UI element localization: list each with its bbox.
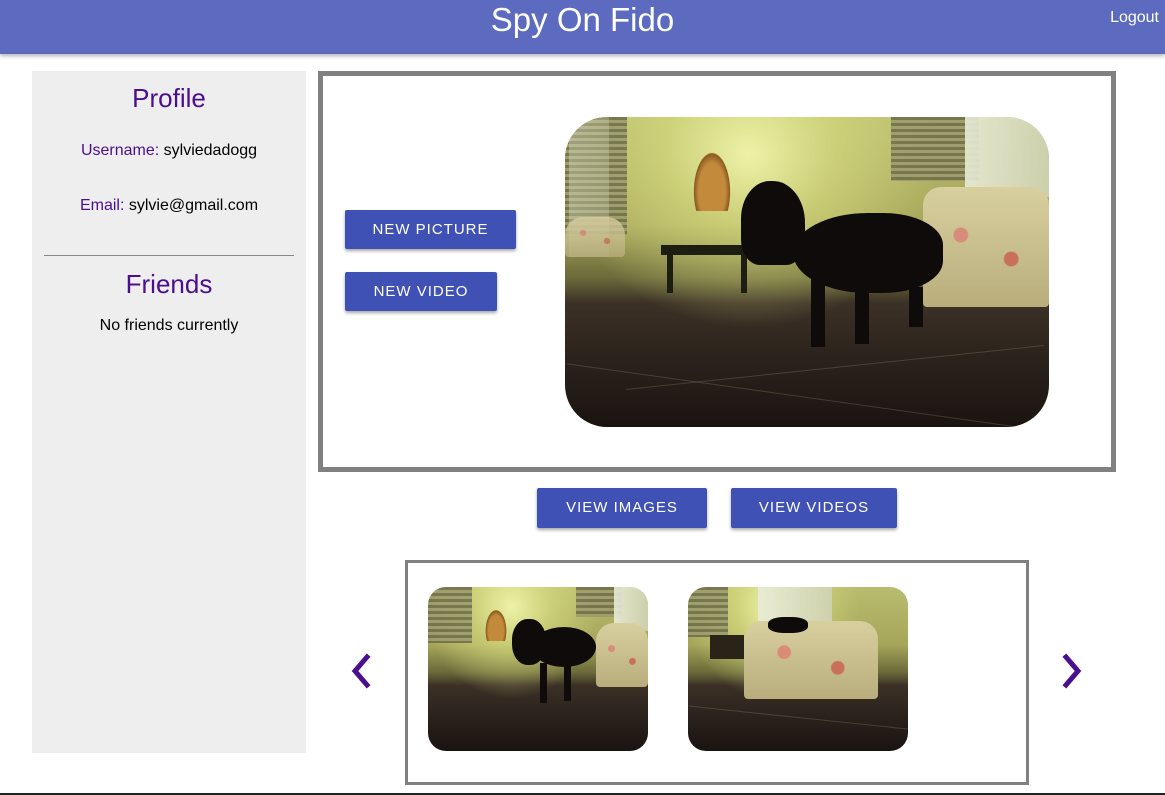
email-value: sylvie@gmail.com — [128, 197, 259, 214]
latest-capture-image[interactable] — [565, 117, 1049, 427]
email-row: Email: sylvie@gmail.com — [32, 197, 306, 215]
media-gallery — [405, 560, 1029, 785]
username-row: Username: sylviedadogg — [32, 142, 306, 160]
chevron-right-icon[interactable] — [1056, 651, 1090, 691]
profile-sidebar: Profile Username: sylviedadogg Email: sy… — [32, 71, 306, 753]
email-label: Email: — [79, 197, 125, 214]
view-images-button[interactable]: VIEW IMAGES — [537, 488, 707, 528]
logout-button[interactable]: Logout — [1110, 9, 1159, 27]
gallery-thumbnail[interactable] — [428, 587, 648, 751]
new-picture-button[interactable]: NEW PICTURE — [345, 210, 516, 249]
username-label: Username: — [80, 142, 160, 159]
new-video-button[interactable]: NEW VIDEO — [345, 272, 497, 311]
view-videos-button[interactable]: VIEW VIDEOS — [731, 488, 897, 528]
sidebar-divider — [44, 255, 294, 256]
app-title: Spy On Fido — [490, 1, 675, 38]
chevron-left-icon[interactable] — [345, 651, 379, 691]
profile-heading: Profile — [132, 83, 206, 113]
gallery-thumbnail[interactable] — [688, 587, 908, 751]
username-value: sylviedadogg — [163, 142, 258, 159]
friends-heading: Friends — [125, 269, 213, 299]
friends-empty-text: No friends currently — [99, 317, 239, 334]
capture-panel: NEW PICTURE NEW VIDEO — [318, 71, 1116, 472]
app-bar: Spy On Fido Logout — [0, 0, 1165, 54]
